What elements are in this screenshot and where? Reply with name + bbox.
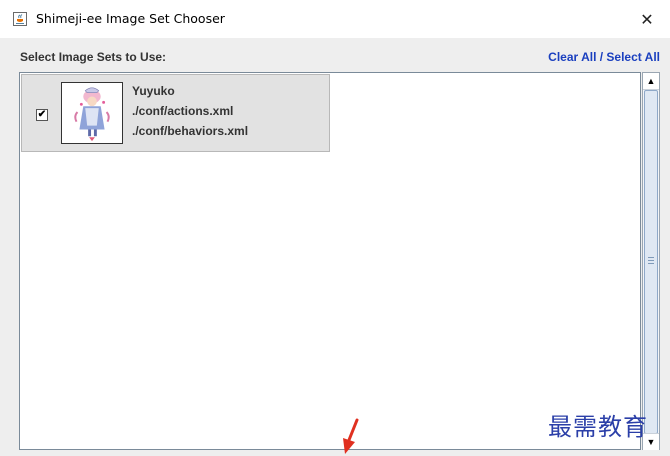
image-set-checkbox[interactable]: ✔ — [36, 109, 48, 121]
window-title: Shimeji-ee Image Set Chooser — [36, 11, 225, 26]
character-thumbnail-icon — [61, 82, 123, 144]
grip-line — [648, 260, 654, 261]
select-all-link[interactable]: Select All — [606, 50, 660, 64]
scroll-thumb[interactable] — [644, 90, 658, 434]
chooser-window: Shimeji-ee Image Set Chooser ✕ Select Im… — [0, 0, 670, 456]
vertical-scrollbar[interactable]: ▲ ▼ — [642, 72, 660, 450]
red-arrow-icon — [343, 418, 359, 454]
scroll-up-button[interactable]: ▲ — [643, 73, 659, 90]
clear-all-link[interactable]: Clear All — [548, 50, 596, 64]
image-set-item[interactable]: ✔ Yuyuko ./conf/actions.xml ./conf/behav… — [21, 74, 330, 152]
image-set-name: Yuyuko — [132, 84, 175, 98]
title-bar[interactable]: Shimeji-ee Image Set Chooser ✕ — [0, 0, 670, 38]
grip-line — [648, 263, 654, 264]
link-separator: / — [596, 50, 607, 64]
java-cup-icon — [13, 12, 27, 26]
main-content: Select Image Sets to Use: Clear All / Se… — [0, 38, 670, 456]
close-button[interactable]: ✕ — [624, 0, 670, 38]
arrow-up-icon: ▲ — [646, 76, 656, 86]
image-set-actions-path: ./conf/actions.xml — [132, 104, 234, 118]
grip-line — [648, 257, 654, 258]
header-links: Clear All / Select All — [548, 50, 660, 64]
image-set-list[interactable]: ✔ Yuyuko ./conf/actions.xml ./conf/behav… — [19, 72, 641, 450]
select-image-sets-label: Select Image Sets to Use: — [20, 50, 167, 64]
close-icon: ✕ — [640, 9, 654, 29]
image-set-behaviors-path: ./conf/behaviors.xml — [132, 124, 249, 138]
watermark: 最需教育 — [548, 413, 648, 441]
